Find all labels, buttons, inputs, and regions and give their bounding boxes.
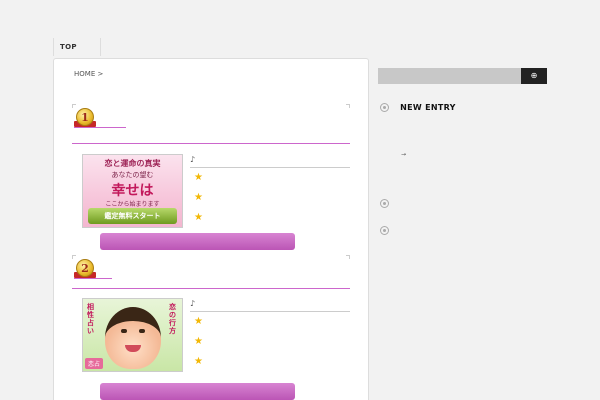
medal-number: 2 [76, 259, 94, 277]
circle-bullet-icon [380, 226, 389, 235]
star-icon: ★ [194, 316, 203, 327]
sidebar: ⊕ NEW ENTRY [378, 68, 547, 235]
search-icon: ⊕ [530, 71, 538, 80]
banner-start-button[interactable]: 鑑定無料スタート [88, 208, 177, 224]
music-note-icon: ♪ [190, 299, 196, 308]
breadcrumb: HOME > [74, 70, 103, 78]
rank-medal-icon: 1 [74, 108, 96, 132]
circle-bullet-icon [380, 199, 389, 208]
arrow-icon[interactable]: → [401, 151, 406, 158]
photo-eye [121, 329, 127, 333]
medal-number: 1 [76, 108, 94, 126]
banner-tag: 恋占 [85, 358, 104, 369]
top-nav: TOP [53, 38, 101, 56]
search-form: ⊕ [378, 68, 547, 84]
banner-vertical-text: 相性占い [87, 303, 94, 335]
corner-decoration [346, 255, 350, 259]
banner-headline: 幸せは [111, 183, 154, 199]
search-input[interactable] [378, 68, 521, 84]
banner-tagline: ここから始まります [105, 201, 160, 208]
section-divider [72, 143, 350, 144]
banner-title: 恋と運命の真実 [104, 159, 161, 168]
star-icon: ★ [194, 212, 203, 223]
star-icon: ★ [194, 356, 203, 367]
banner-vertical-text: 恋の行方 [169, 303, 176, 335]
music-note-icon: ♪ [190, 155, 196, 164]
widget-2 [380, 193, 389, 212]
ranking-info: ♪ ★ ★ ★ [190, 299, 350, 372]
nav-top-link[interactable]: TOP [54, 38, 100, 51]
main-content: HOME > 1 恋と運命の真実 あなたの望む 幸せは ここから始まります 鑑定… [53, 58, 369, 400]
circle-bullet-icon [380, 103, 389, 112]
corner-decoration [346, 104, 350, 108]
new-entry-heading: NEW ENTRY [400, 103, 456, 112]
child-photo [105, 307, 161, 369]
detail-button-1[interactable] [100, 233, 295, 250]
title-underline [74, 127, 126, 128]
rank-medal-icon: 2 [74, 259, 96, 283]
breadcrumb-home-link[interactable]: HOME [74, 70, 95, 78]
banner-subtitle: あなたの望む [111, 171, 154, 179]
ranking-banner-1[interactable]: 恋と運命の真実 あなたの望む 幸せは ここから始まります 鑑定無料スタート [82, 154, 183, 228]
detail-button-2[interactable] [100, 383, 295, 400]
search-button[interactable]: ⊕ [521, 68, 547, 84]
breadcrumb-separator: > [97, 70, 104, 78]
star-icon: ★ [194, 172, 203, 183]
widget-3 [380, 220, 389, 239]
title-underline [74, 278, 112, 279]
star-icon: ★ [194, 336, 203, 347]
photo-eye [139, 329, 145, 333]
ranking-banner-2[interactable]: 相性占い 恋の行方 恋占 [82, 298, 183, 372]
ranking-info: ♪ ★ ★ ★ [190, 155, 350, 228]
star-icon: ★ [194, 192, 203, 203]
section-divider [72, 288, 350, 289]
new-entry-widget: NEW ENTRY [380, 97, 456, 116]
